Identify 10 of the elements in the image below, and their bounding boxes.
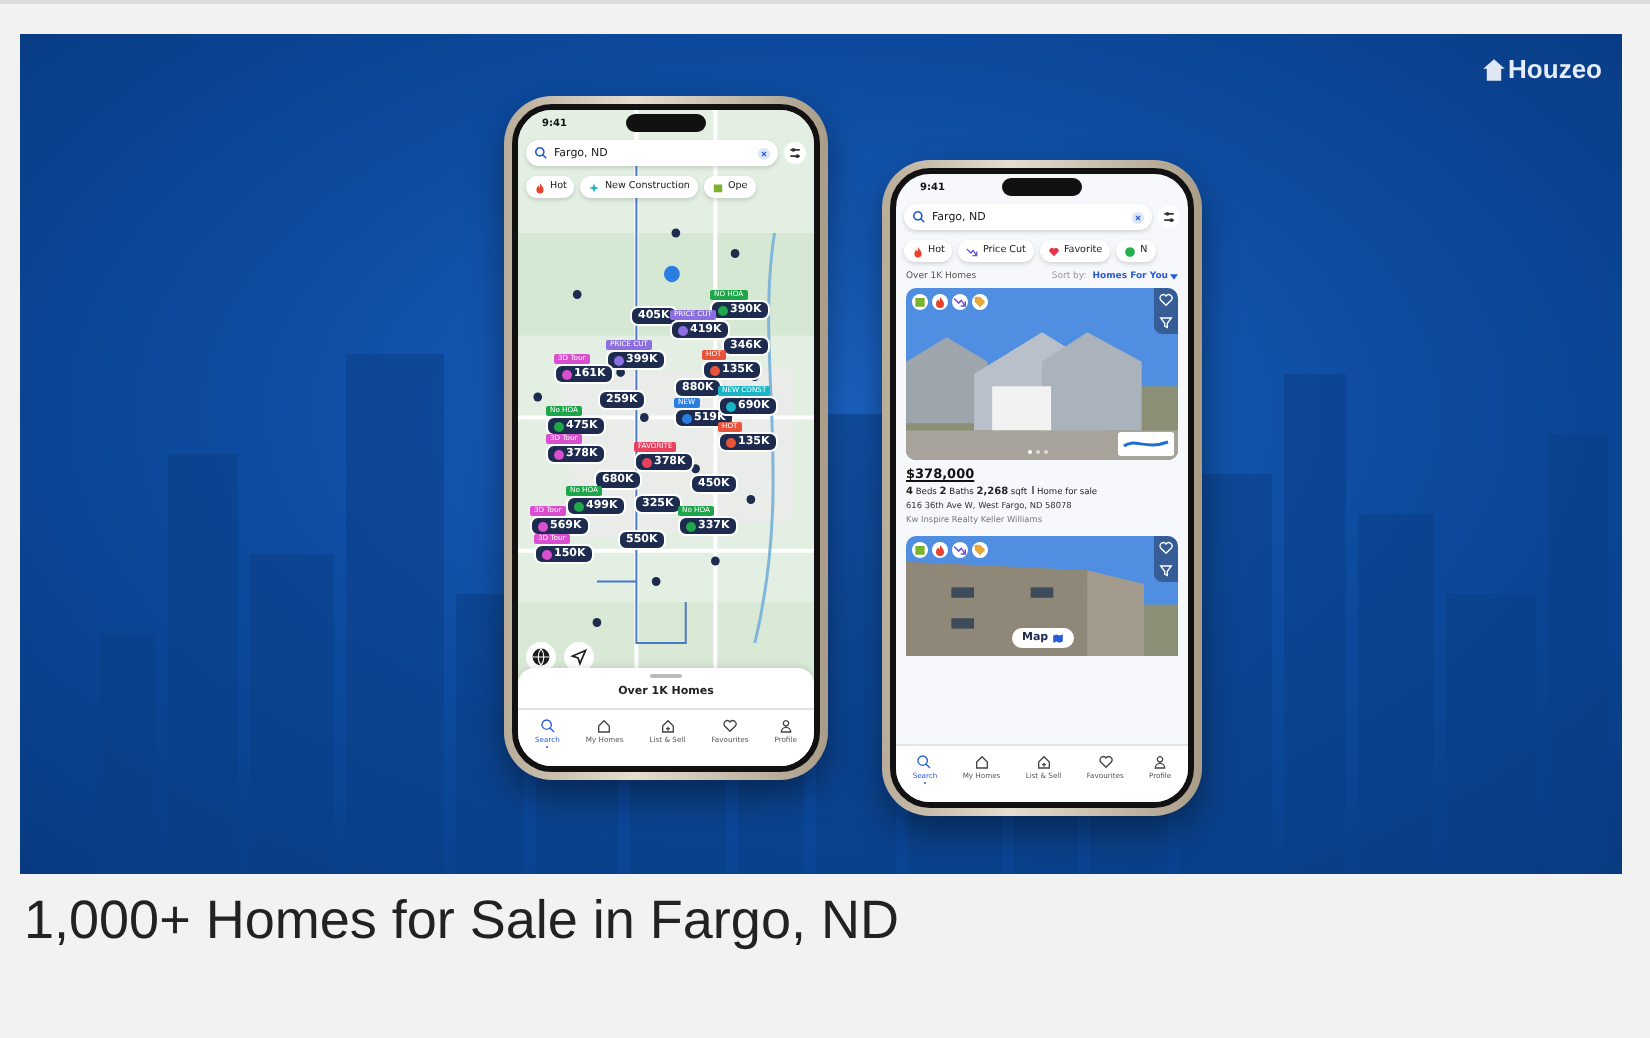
heart-icon <box>1047 245 1060 257</box>
trend-down-icon <box>966 245 979 257</box>
search-icon <box>912 210 926 224</box>
clear-icon[interactable] <box>1132 211 1144 223</box>
house-icon <box>1482 58 1507 82</box>
camera-notch <box>1002 178 1082 196</box>
page-title: 1,000+ Homes for Sale in Fargo, ND <box>22 888 901 954</box>
logo-text: Houzeo <box>1508 56 1602 82</box>
filter-icon[interactable] <box>1158 206 1180 228</box>
flame-icon <box>912 245 924 257</box>
